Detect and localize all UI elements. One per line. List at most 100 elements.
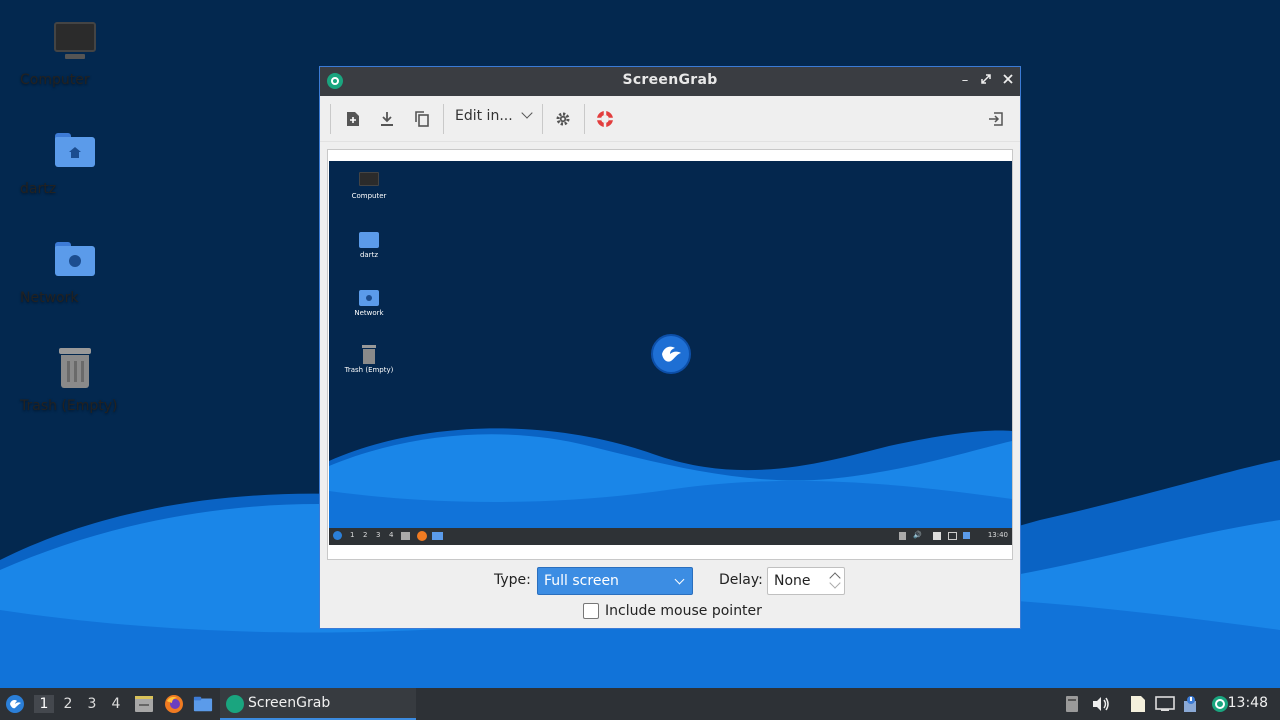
quit-button[interactable] <box>985 108 1007 130</box>
save-icon <box>381 112 393 126</box>
copy-icon <box>415 111 429 127</box>
preview-firefox-icon <box>417 531 427 541</box>
desktop-icon-trash[interactable]: Trash (Empty) <box>20 344 130 414</box>
preview-icon-label: Network <box>354 309 384 317</box>
screengrab-tray-icon <box>1212 696 1228 712</box>
minimize-button[interactable]: – <box>957 73 973 89</box>
notes-icon <box>1131 696 1145 712</box>
taskbar: 1 2 3 4 ScreenGrab 13:48 <box>0 688 1280 720</box>
desktop-icon-home-folder[interactable]: dartz <box>20 127 130 197</box>
edit-in-button[interactable]: Edit in... <box>455 107 533 130</box>
desktop-icon-label: Trash (Empty) <box>20 398 118 414</box>
file-manager-launcher[interactable] <box>134 694 154 714</box>
tray-clipboard[interactable] <box>1062 694 1082 714</box>
folder-launcher[interactable] <box>193 694 213 714</box>
preview-workspace: 2 <box>363 531 368 539</box>
clipboard-icon <box>1066 696 1078 712</box>
preview-tray-icon <box>933 532 941 540</box>
window-title: ScreenGrab <box>622 72 718 88</box>
gear-icon <box>556 112 570 126</box>
preview-start-icon <box>333 531 342 540</box>
close-button[interactable] <box>1000 73 1016 89</box>
close-icon <box>1003 74 1013 84</box>
network-folder-icon <box>51 236 99 284</box>
workspace-1-button[interactable]: 1 <box>34 695 54 713</box>
desktop-icon-computer[interactable]: Computer <box>20 18 130 88</box>
copy-button[interactable] <box>411 108 433 130</box>
trash-icon <box>51 344 99 392</box>
preview-distro-logo <box>651 334 691 374</box>
toolbar-separator <box>584 104 585 134</box>
computer-icon <box>51 18 99 66</box>
preview-workspace: 1 <box>350 531 355 539</box>
network-icon <box>1155 696 1175 711</box>
chevron-down-icon <box>521 107 533 119</box>
start-menu-icon <box>6 695 24 713</box>
maximize-button[interactable] <box>978 73 994 89</box>
firefox-launcher[interactable] <box>164 694 184 714</box>
preview-desktop-icon: Trash (Empty) <box>339 344 399 374</box>
include-mouse-pointer-label[interactable]: Include mouse pointer <box>605 603 762 619</box>
folder-icon <box>193 696 213 712</box>
window-titlebar[interactable]: ScreenGrab – <box>320 67 1020 96</box>
desktop-icon-label: dartz <box>20 181 57 197</box>
toolbar-separator <box>542 104 543 134</box>
desktop-icon-label: Computer <box>20 72 90 88</box>
tray-notes[interactable] <box>1128 694 1148 714</box>
workspace-4-button[interactable]: 4 <box>106 695 126 713</box>
file-manager-icon <box>135 696 153 712</box>
task-label: ScreenGrab <box>248 695 331 711</box>
tray-updates[interactable] <box>1180 694 1200 714</box>
preview-files-icon <box>401 532 410 540</box>
preview-tray-icon <box>899 532 906 540</box>
preview-desktop-icon: Computer <box>339 170 399 200</box>
type-label: Type: <box>494 572 531 588</box>
preview-volume-icon: 🔊 <box>913 531 922 539</box>
bird-logo-icon <box>662 346 681 362</box>
lifebuoy-icon <box>597 111 613 127</box>
new-screenshot-button[interactable] <box>342 108 364 130</box>
workspace-3-button[interactable]: 3 <box>82 695 102 713</box>
preview-folder-icon <box>432 532 443 540</box>
help-button[interactable] <box>594 108 616 130</box>
capture-controls: Type: Full screen Delay: None Include mo… <box>320 565 1020 629</box>
preview-workspace: 3 <box>376 531 381 539</box>
home-folder-icon <box>51 127 99 175</box>
delay-label: Delay: <box>719 572 763 588</box>
tray-volume[interactable] <box>1091 694 1111 714</box>
exit-icon <box>989 112 1003 126</box>
toolbar-separator <box>443 104 444 134</box>
new-screenshot-icon <box>347 112 359 126</box>
preview-tray-icon <box>948 532 957 540</box>
preview-icon-label: Computer <box>351 192 387 200</box>
preview-icon-label: dartz <box>359 251 379 259</box>
update-notifier-icon <box>1184 696 1196 712</box>
preview-workspace: 4 <box>389 531 394 539</box>
desktop-icon-label: Network <box>20 290 79 306</box>
task-screengrab[interactable]: ScreenGrab <box>220 688 416 720</box>
volume-icon <box>1093 697 1109 711</box>
preview-tray-icon <box>963 532 970 539</box>
settings-button[interactable] <box>552 108 574 130</box>
start-menu-button[interactable] <box>5 694 25 714</box>
save-button[interactable] <box>376 108 398 130</box>
preview-icon-label: Trash (Empty) <box>344 366 394 374</box>
screenshot-preview: Computer dartz Network Trash (Empty) 1 2 <box>329 161 1012 545</box>
preview-desktop-icon: dartz <box>339 229 399 259</box>
chevron-down-icon <box>674 574 685 585</box>
preview-clock: 13:40 <box>987 531 1008 539</box>
screengrab-window: ScreenGrab – Edit in... Computer dartz N… <box>319 66 1021 629</box>
delay-spinbox[interactable]: None <box>767 567 845 595</box>
tray-network[interactable] <box>1155 694 1175 714</box>
type-select-value: Full screen <box>544 573 619 589</box>
preview-taskbar: 1 2 3 4 🔊 13:40 <box>329 528 1012 545</box>
desktop-icon-network[interactable]: Network <box>20 236 130 306</box>
include-mouse-pointer-checkbox[interactable] <box>583 603 599 619</box>
type-select[interactable]: Full screen <box>537 567 693 595</box>
screenshot-preview-frame: Computer dartz Network Trash (Empty) 1 2 <box>327 149 1013 560</box>
workspace-2-button[interactable]: 2 <box>58 695 78 713</box>
taskbar-clock[interactable]: 13:48 <box>1228 695 1268 711</box>
screengrab-task-icon <box>226 695 244 713</box>
edit-in-label: Edit in... <box>455 108 513 124</box>
maximize-icon <box>981 74 991 84</box>
